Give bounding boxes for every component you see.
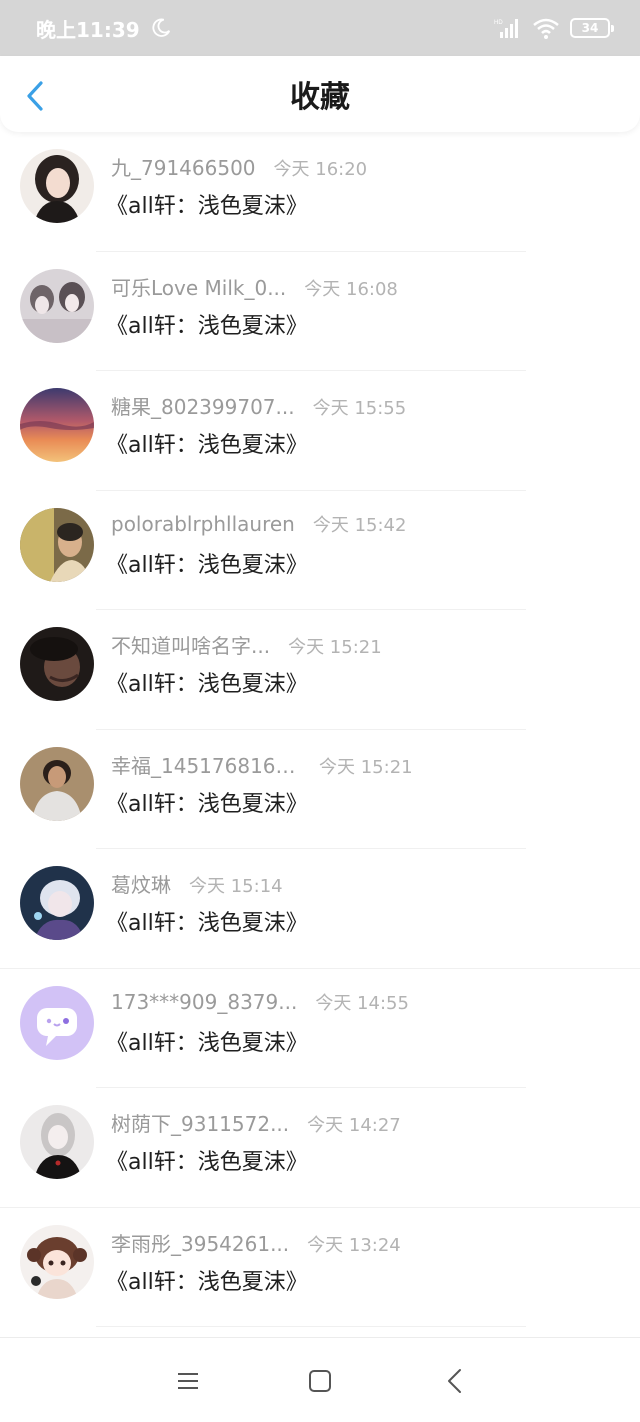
user-name: 李雨彤_3954261... xyxy=(111,1231,290,1256)
item-title: 《all轩：浅色夏沫》 xyxy=(106,313,308,339)
list-item[interactable]: 173***909_8379... 今天 14:55 《all轩：浅色夏沫》 xyxy=(0,969,640,1088)
timestamp: 今天 15:42 xyxy=(312,514,407,536)
list-item[interactable]: 树荫下_9311572... 今天 14:27 《all轩：浅色夏沫》 xyxy=(0,1088,640,1208)
page-title: 收藏 xyxy=(290,80,350,115)
timestamp: 今天 16:08 xyxy=(304,278,398,300)
item-meta: 173***909_8379... 今天 14:55 xyxy=(111,989,409,1015)
svg-text:HD: HD xyxy=(494,20,503,26)
user-name: 幸福_1451768162... xyxy=(111,753,301,778)
item-meta: 树荫下_9311572... 今天 14:27 xyxy=(111,1108,401,1137)
divider xyxy=(96,1326,526,1327)
avatar[interactable] xyxy=(20,866,94,940)
item-meta: 可乐Love Milk_0... 今天 16:08 xyxy=(111,272,398,301)
avatar[interactable] xyxy=(20,268,94,343)
timestamp: 今天 15:21 xyxy=(319,756,413,778)
item-title: 《all轩：浅色夏沫》 xyxy=(106,1150,308,1175)
status-right: HD 34 xyxy=(494,16,614,40)
system-nav-bar xyxy=(0,1337,640,1422)
list-item[interactable]: 可乐Love Milk_0... 今天 16:08 《all轩：浅色夏沫》 xyxy=(0,252,640,371)
item-title: 《all轩：浅色夏沫》 xyxy=(106,911,308,936)
timestamp: 今天 14:27 xyxy=(307,1115,401,1136)
item-title: 《all轩：浅色夏沫》 xyxy=(106,791,308,817)
avatar[interactable] xyxy=(20,985,94,1060)
header: 收藏 xyxy=(0,56,640,132)
timestamp: 今天 15:21 xyxy=(288,637,382,658)
battery-icon: 34 xyxy=(570,18,614,38)
list-item[interactable]: 李雨彤_3954261... 今天 13:24 《all轩：浅色夏沫》 xyxy=(0,1208,640,1327)
menu-nav-icon[interactable] xyxy=(173,1366,203,1396)
user-name: 树荫下_9311572... xyxy=(111,1112,290,1136)
avatar[interactable] xyxy=(20,627,94,701)
favorites-list: 九_791466500 今天 16:20 《all轩：浅色夏沫》 可乐Love … xyxy=(0,132,640,1327)
battery-level: 34 xyxy=(581,21,599,35)
item-title: 《all轩：浅色夏沫》 xyxy=(106,194,308,219)
user-name: 可乐Love Milk_0... xyxy=(111,275,287,300)
item-meta: 九_791466500 今天 16:20 xyxy=(111,152,367,181)
list-item[interactable]: 不知道叫啥名字... 今天 15:21 《all轩：浅色夏沫》 xyxy=(0,610,640,730)
list-item[interactable]: 糖果_802399707... 今天 15:55 《all轩：浅色夏沫》 xyxy=(0,371,640,491)
list-item[interactable]: 葛炆琳 今天 15:14 《all轩：浅色夏沫》 xyxy=(0,849,640,969)
user-name: 173***909_8379... xyxy=(111,989,298,1014)
status-left: 晚上11:39 xyxy=(36,14,172,43)
back-nav-icon[interactable] xyxy=(440,1366,470,1396)
home-nav-icon[interactable] xyxy=(305,1366,335,1396)
moon-icon xyxy=(152,18,170,37)
user-name: polorablrphllauren xyxy=(111,511,295,536)
item-meta: 糖果_802399707... 今天 15:55 xyxy=(111,391,406,420)
avatar[interactable] xyxy=(20,746,94,821)
back-button[interactable] xyxy=(18,76,52,116)
item-meta: 葛炆琳 今天 15:14 xyxy=(111,869,283,898)
list-item[interactable]: 九_791466500 今天 16:20 《all轩：浅色夏沫》 xyxy=(0,132,640,252)
avatar[interactable] xyxy=(20,1224,94,1299)
chevron-left-icon xyxy=(27,81,43,111)
wifi-icon xyxy=(533,18,559,39)
user-name: 糖果_802399707... xyxy=(111,395,295,419)
timestamp: 今天 15:55 xyxy=(312,398,407,419)
timestamp: 今天 16:20 xyxy=(273,159,368,180)
item-meta: 不知道叫啥名字... 今天 15:21 xyxy=(111,630,382,659)
list-item[interactable]: polorablrphllauren 今天 15:42 《all轩：浅色夏沫》 xyxy=(0,491,640,610)
item-title: 《all轩：浅色夏沫》 xyxy=(106,672,308,697)
item-title: 《all轩：浅色夏沫》 xyxy=(106,552,308,578)
item-title: 《all轩：浅色夏沫》 xyxy=(106,1030,308,1056)
timestamp: 今天 14:55 xyxy=(315,992,409,1014)
item-meta: 李雨彤_3954261... 今天 13:24 xyxy=(111,1228,401,1257)
signal-icon: HD xyxy=(494,19,518,38)
avatar[interactable] xyxy=(20,149,94,223)
avatar[interactable] xyxy=(20,1105,94,1179)
timestamp: 今天 15:14 xyxy=(189,876,283,897)
user-name: 九_791466500 xyxy=(111,156,256,180)
status-bar: 晚上11:39 HD 34 xyxy=(0,0,640,56)
avatar[interactable] xyxy=(20,388,94,462)
item-meta: 幸福_1451768162... 今天 15:21 xyxy=(111,750,413,779)
list-item[interactable]: 幸福_1451768162... 今天 15:21 《all轩：浅色夏沫》 xyxy=(0,730,640,849)
avatar[interactable] xyxy=(20,507,94,582)
item-title: 《all轩：浅色夏沫》 xyxy=(106,1269,308,1295)
status-time: 晚上11:39 xyxy=(36,17,140,42)
user-name: 葛炆琳 xyxy=(111,873,171,897)
user-name: 不知道叫啥名字... xyxy=(111,634,271,658)
timestamp: 今天 13:24 xyxy=(307,1234,401,1256)
item-title: 《all轩：浅色夏沫》 xyxy=(106,433,308,458)
item-meta: polorablrphllauren 今天 15:42 xyxy=(111,511,406,537)
